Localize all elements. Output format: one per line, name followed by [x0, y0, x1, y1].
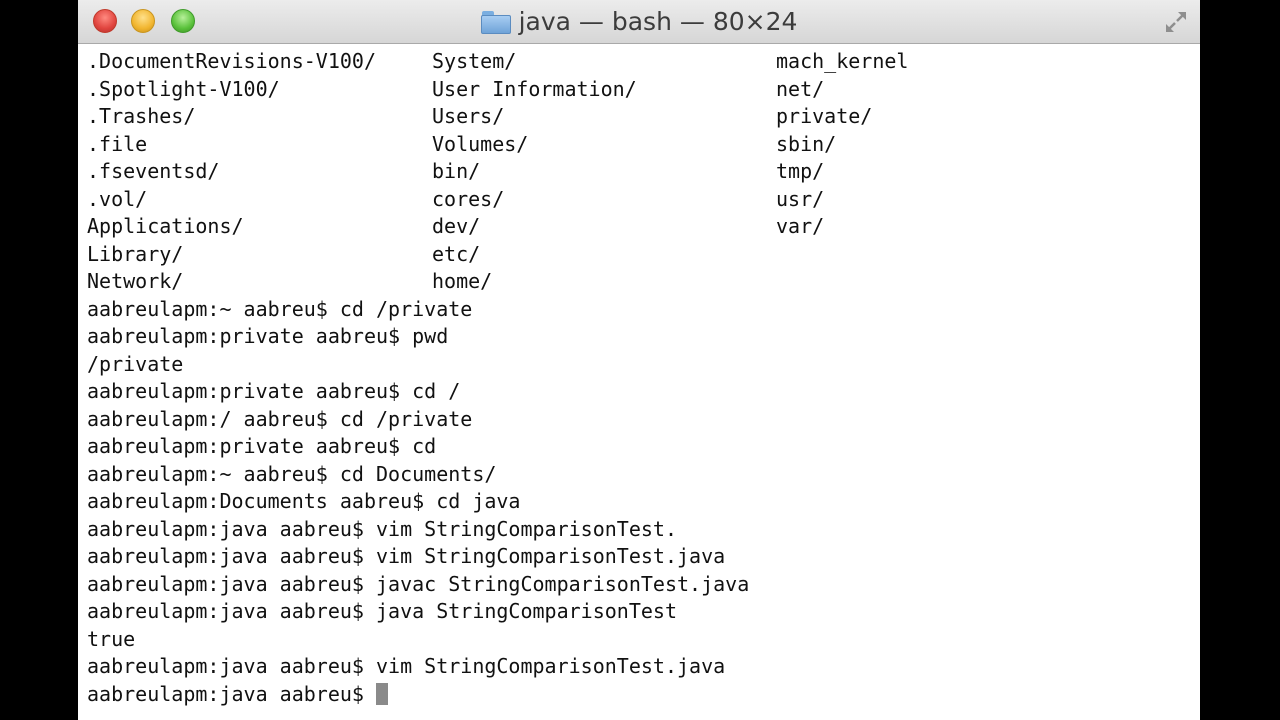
listing-entry: cores/ — [432, 186, 505, 211]
listing-entry: .Spotlight-V100/ — [87, 76, 280, 101]
listing-entry: var/ — [776, 214, 825, 238]
folder-icon — [480, 10, 511, 34]
listing-row: Network/home/ — [87, 268, 1187, 296]
window-title-container: java — bash — 80×24 — [78, 0, 1200, 44]
listing-entry: private/ — [776, 104, 873, 128]
listing-entry: tmp/ — [776, 159, 825, 183]
fullscreen-icon[interactable] — [1162, 8, 1190, 36]
history-line: aabreulapm:java aabreu$ vim StringCompar… — [87, 544, 726, 568]
listing-entry: Users/ — [432, 104, 505, 128]
listing-row: Applications/dev/var/ — [87, 213, 1187, 241]
listing-entry: bin/ — [432, 159, 481, 183]
listing-row: .vol/cores/usr/ — [87, 186, 1187, 214]
history-line: aabreulapm:private aabreu$ pwd — [87, 324, 449, 348]
listing-entry: etc/ — [432, 241, 481, 266]
listing-entry: mach_kernel — [776, 49, 909, 73]
listing-entry: Volumes/ — [432, 131, 529, 156]
listing-entry: net/ — [776, 76, 825, 101]
listing-entry: usr/ — [776, 186, 825, 211]
listing-entry: .Trashes/ — [87, 104, 196, 128]
history-line: aabreulapm:Documents aabreu$ cd java — [87, 489, 521, 513]
history-line: /private — [87, 351, 184, 376]
listing-entry: Library/ — [87, 241, 184, 266]
listing-row: Library/etc/ — [87, 241, 1187, 269]
history-line: aabreulapm:java aabreu$ vim StringCompar… — [87, 516, 678, 541]
listing-entry: Network/ — [87, 269, 184, 293]
listing-entry: .fseventsd/ — [87, 159, 220, 183]
history-line: aabreulapm:~ aabreu$ cd Documents/ — [87, 461, 497, 486]
history-line: true — [87, 626, 136, 651]
history-line: aabreulapm:java aabreu$ java StringCompa… — [87, 599, 678, 623]
listing-entry: sbin/ — [776, 131, 837, 156]
terminal-window: java — bash — 80×24 .DocumentRevisions-V… — [78, 0, 1200, 720]
listing-entry: home/ — [432, 269, 493, 293]
shell-prompt: aabreulapm:java aabreu$ — [87, 681, 364, 706]
title-bar[interactable]: java — bash — 80×24 — [78, 0, 1200, 44]
history-line: aabreulapm:private aabreu$ cd / — [87, 379, 461, 403]
history-line: aabreulapm:/ aabreu$ cd /private — [87, 406, 473, 431]
listing-entry: User Information/ — [432, 76, 637, 101]
history-line: aabreulapm:~ aabreu$ cd /private — [87, 296, 473, 321]
listing-row: .Spotlight-V100/User Information/net/ — [87, 76, 1187, 104]
listing-entry: Applications/ — [87, 214, 244, 238]
history-line: aabreulapm:java aabreu$ vim StringCompar… — [87, 654, 726, 678]
current-prompt-line[interactable]: aabreulapm:java aabreu$ — [87, 681, 1187, 709]
text-cursor — [375, 682, 388, 705]
listing-row: .DocumentRevisions-V100/System/mach_kern… — [87, 48, 1187, 76]
history-line: aabreulapm:java aabreu$ javac StringComp… — [87, 571, 750, 596]
listing-entry: .vol/ — [87, 186, 148, 211]
listing-entry: dev/ — [432, 214, 481, 238]
listing-entry: System/ — [432, 49, 517, 73]
history-line: aabreulapm:private aabreu$ cd — [87, 434, 437, 458]
listing-row: .file Volumes/sbin/ — [87, 131, 1187, 159]
listing-entry: .file — [87, 131, 148, 156]
terminal-output[interactable]: .DocumentRevisions-V100/System/mach_kern… — [87, 48, 1187, 716]
listing-entry: .DocumentRevisions-V100/ — [87, 49, 376, 73]
listing-row: .fseventsd/bin/tmp/ — [87, 158, 1187, 186]
listing-row: .Trashes/Users/private/ — [87, 103, 1187, 131]
window-title: java — bash — 80×24 — [518, 7, 798, 36]
